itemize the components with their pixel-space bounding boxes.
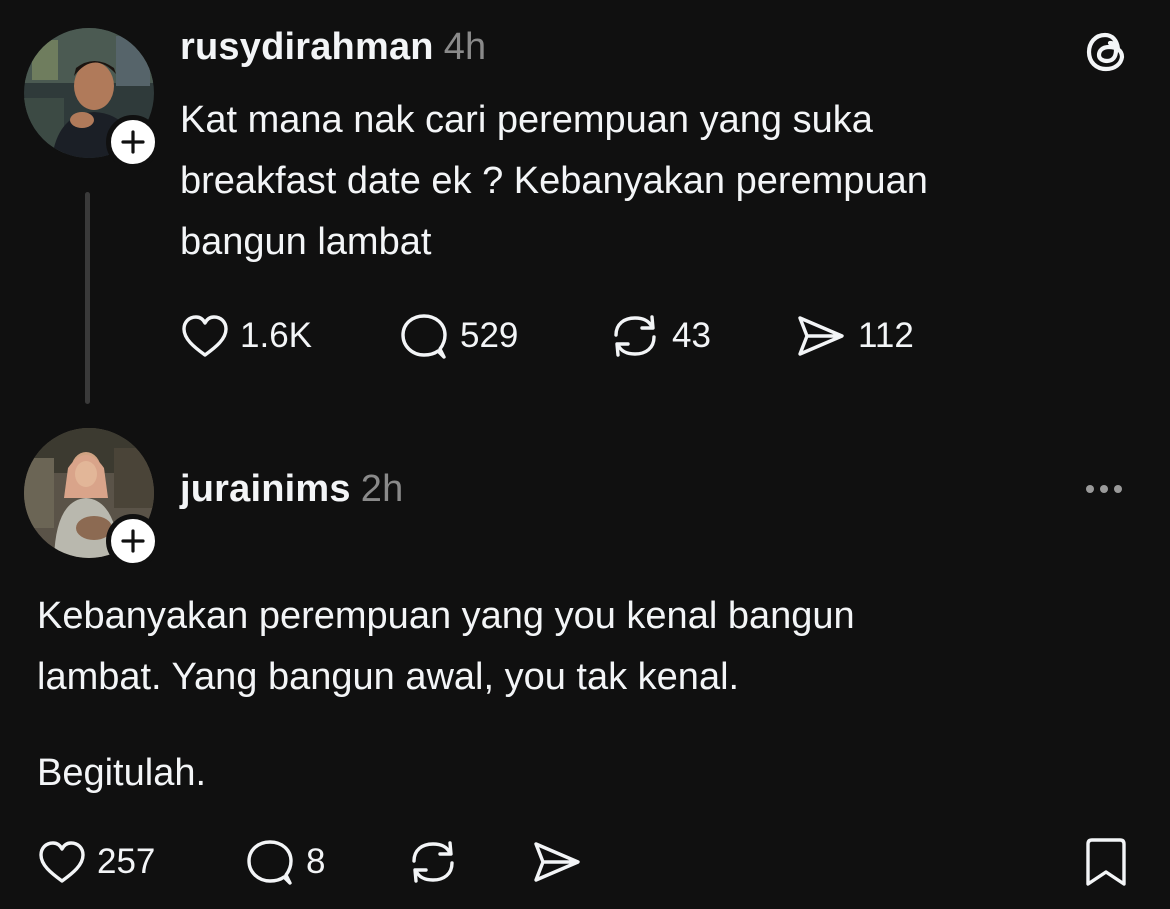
plus-icon [121,529,145,553]
send-icon [798,316,844,356]
more-dots-icon[interactable] [1086,485,1122,493]
share-button[interactable]: 112 [794,310,914,362]
repost-icon [614,315,656,357]
post1-body: Kat mana nak cari perempuan yang suka br… [180,99,928,263]
username-rusydirahman[interactable]: rusydirahman [180,26,434,68]
heart-icon [39,841,85,883]
comment-bubble-icon [247,840,293,885]
like-button[interactable]: 1.6K [180,310,312,362]
follow-button-rusydirahman[interactable] [106,115,160,169]
comment-bubble-icon [401,314,447,359]
share-button[interactable] [530,836,584,888]
reply-count: 8 [306,842,326,881]
bookmark-icon [1086,838,1126,886]
post2-timestamp: 2h [360,468,404,510]
repost-icon [412,841,454,883]
username-jurainims[interactable]: jurainims [180,468,351,510]
like-button[interactable]: 257 [37,836,155,888]
thread-connector-line [85,192,90,404]
post2-header: jurainims 2h [180,468,403,511]
send-icon [534,842,580,882]
plus-icon [121,130,145,154]
like-count: 1.6K [240,316,312,355]
post1-header: rusydirahman 4h [180,26,486,69]
post1-timestamp: 4h [443,26,487,68]
reply-button[interactable]: 8 [244,836,325,888]
repost-button[interactable] [406,836,460,888]
repost-count: 43 [672,316,711,355]
repost-button[interactable]: 43 [608,310,711,362]
share-count: 112 [858,316,914,355]
reply-button[interactable]: 529 [398,310,518,362]
post2-body-signoff: Begitulah. [37,752,207,794]
follow-button-jurainims[interactable] [106,514,160,568]
like-count: 257 [97,842,156,881]
post2-body: Kebanyakan perempuan yang you kenal bang… [37,595,855,698]
save-button[interactable] [1084,836,1128,888]
reply-count: 529 [460,316,519,355]
heart-icon [182,315,228,357]
threads-logo-icon[interactable] [1082,26,1132,76]
